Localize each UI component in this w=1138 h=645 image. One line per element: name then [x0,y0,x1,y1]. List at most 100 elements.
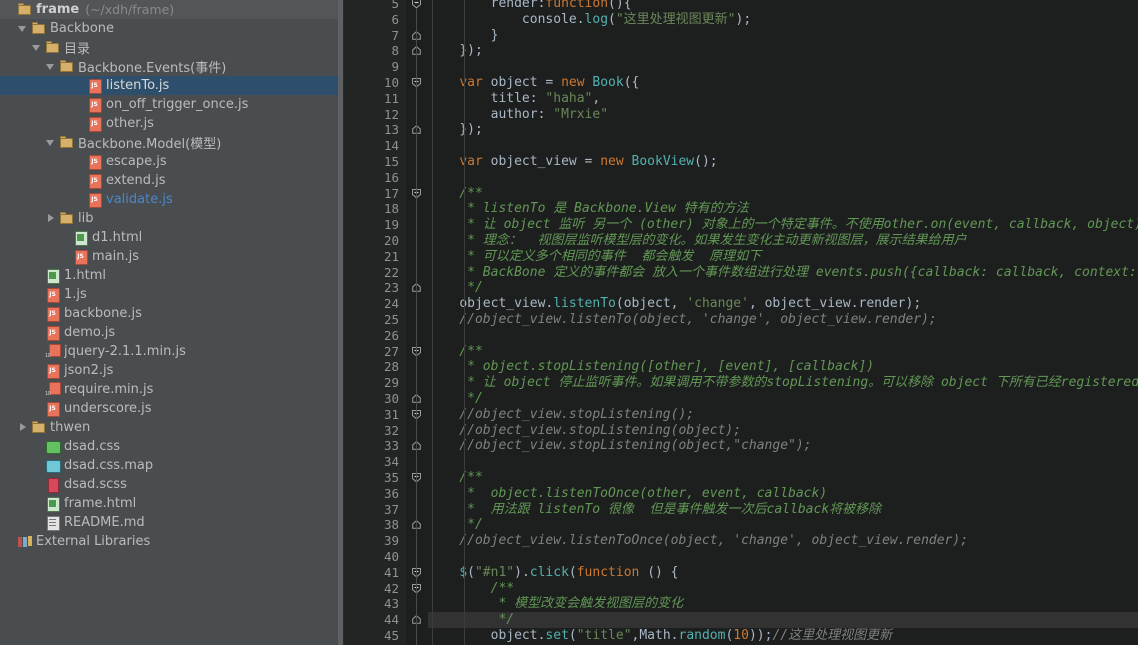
code-line[interactable]: /** [428,581,1138,597]
tree-item-frame[interactable]: frame(~/xdh/frame) [0,0,343,19]
code-editor[interactable]: 5678910111213141516171819202122232425262… [344,0,1138,645]
tree-item-dsad-css[interactable]: dsad.css [0,437,343,456]
line-number: 42 [344,581,406,597]
project-tree-panel[interactable]: frame(~/xdh/frame)Backbone目录Backbone.Eve… [0,0,344,645]
tree-item-external-libraries[interactable]: External Libraries [0,532,343,551]
tree-item-readme-md[interactable]: README.md [0,513,343,532]
code-line[interactable] [428,328,1138,344]
code-line[interactable]: var object = new Book({ [428,75,1138,91]
code-line[interactable]: * object.listenToOnce(other, event, call… [428,486,1138,502]
code-line[interactable]: //object_view.listenTo(object, 'change',… [428,312,1138,328]
tree-item-mulu[interactable]: 目录 [0,38,343,57]
code-line[interactable]: * 模型改变会触发视图层的变化 [428,596,1138,612]
code-line[interactable] [428,454,1138,470]
code-line[interactable]: /** [428,470,1138,486]
code-line[interactable] [428,59,1138,75]
code-line[interactable]: }); [428,122,1138,138]
scss-file-icon [45,477,60,492]
chevron-down-icon[interactable] [18,23,29,34]
code-line[interactable] [428,170,1138,186]
code-line[interactable]: /** [428,344,1138,360]
code-line[interactable]: * BackBone 定义的事件都会 放入一个事件数组进行处理 events.p… [428,265,1138,281]
tree-item-backbone-events[interactable]: Backbone.Events(事件) [0,57,343,76]
chevron-down-icon[interactable] [46,137,57,148]
tree-item-main-js[interactable]: main.js [0,247,343,266]
tree-item-backbone[interactable]: Backbone [0,19,343,38]
chevron-down-icon[interactable] [46,61,57,72]
tree-item-thwen[interactable]: thwen [0,418,343,437]
code-line[interactable]: * 可以定义多个相同的事件 都会触发 原理如下 [428,249,1138,265]
code-line[interactable]: */ [428,612,1138,628]
tree-spacer [74,156,85,167]
line-number: 24 [344,296,406,312]
code-line[interactable]: author: "Mrxie" [428,107,1138,123]
tree-item-require-min-js[interactable]: require.min.js [0,380,343,399]
tree-item-frame-html[interactable]: frame.html [0,494,343,513]
tree-item-underscore-js[interactable]: underscore.js [0,399,343,418]
chevron-down-icon[interactable] [32,42,43,53]
code-line[interactable]: object_view.listenTo(object, 'change', o… [428,296,1138,312]
tree-item-dsad-css-map[interactable]: dsad.css.map [0,456,343,475]
fold-row [406,138,428,154]
fold-row [406,470,428,486]
code-line[interactable] [428,549,1138,565]
tree-item-label: dsad.css [64,439,120,454]
code-line[interactable]: object.set("title",Math.random(10));//这里… [428,628,1138,644]
js-file-icon [45,325,60,340]
tree-item-label: underscore.js [64,401,152,416]
code-line[interactable]: }); [428,43,1138,59]
code-line[interactable]: * 理念： 视图层监听模型层的变化。如果发生变化主动更新视图层，展示结果给用户 [428,233,1138,249]
fold-row [406,596,428,612]
tree-item-escape-js[interactable]: escape.js [0,152,343,171]
tree-item-lib[interactable]: lib [0,209,343,228]
tree-item-other-js[interactable]: other.js [0,114,343,133]
code-line[interactable]: //object_view.stopListening(); [428,407,1138,423]
editor-gutter[interactable]: 5678910111213141516171819202122232425262… [344,0,406,645]
editor-code-area[interactable]: render:function(){ console.log("这里处理视图更新… [428,0,1138,645]
chevron-right-icon[interactable] [18,422,29,433]
code-line[interactable]: */ [428,391,1138,407]
tree-item-backbone-js[interactable]: backbone.js [0,304,343,323]
tree-item-extend-js[interactable]: extend.js [0,171,343,190]
fold-row [406,28,428,44]
tree-item-json2-js[interactable]: json2.js [0,361,343,380]
code-line[interactable]: * 让 object 监听 另一个 (other) 对象上的一个特定事件。不使用… [428,217,1138,233]
sidebar-scrollbar[interactable] [338,0,343,645]
chevron-right-icon[interactable] [46,213,57,224]
code-line[interactable]: * listenTo 是 Backbone.View 特有的方法 [428,201,1138,217]
tree-item-1-html[interactable]: 1.html [0,266,343,285]
editor-fold-strip[interactable] [406,0,428,645]
fold-guide-line [416,8,417,645]
tree-item-dsad-scss[interactable]: dsad.scss [0,475,343,494]
fold-row [406,43,428,59]
code-line[interactable]: //object_view.listenToOnce(object, 'chan… [428,533,1138,549]
code-line[interactable]: * object.stopListening([other], [event],… [428,359,1138,375]
code-line[interactable]: } [428,28,1138,44]
code-line[interactable]: console.log("这里处理视图更新"); [428,12,1138,28]
code-line[interactable]: */ [428,517,1138,533]
sidebar-scrollbar-thumb[interactable] [338,0,343,645]
code-line[interactable]: render:function(){ [428,0,1138,12]
tree-item-jquery-min-js[interactable]: jquery-2.1.1.min.js [0,342,343,361]
tree-item-d1-html[interactable]: d1.html [0,228,343,247]
line-number: 40 [344,549,406,565]
code-line[interactable]: //object_view.stopListening(object,"chan… [428,438,1138,454]
code-line[interactable]: //object_view.stopListening(object); [428,423,1138,439]
code-line[interactable]: $("#n1").click(function () { [428,565,1138,581]
tree-item-1-js[interactable]: 1.js [0,285,343,304]
code-line[interactable]: title: "haha", [428,91,1138,107]
tree-item-validate-js[interactable]: validate.js [0,190,343,209]
line-number: 23 [344,280,406,296]
tree-item-on-off-trigger-once-js[interactable]: on_off_trigger_once.js [0,95,343,114]
tree-item-label: 目录 [64,38,90,57]
code-line[interactable]: * 让 object 停止监听事件。如果调用不带参数的stopListening… [428,375,1138,391]
code-line[interactable]: */ [428,280,1138,296]
tree-item-listento-js[interactable]: listenTo.js [0,76,343,95]
css-file-icon [45,439,60,454]
code-line[interactable]: var object_view = new BookView(); [428,154,1138,170]
code-line[interactable]: /** [428,186,1138,202]
tree-item-backbone-model[interactable]: Backbone.Model(模型) [0,133,343,152]
tree-item-demo-js[interactable]: demo.js [0,323,343,342]
code-line[interactable] [428,138,1138,154]
code-line[interactable]: * 用法跟 listenTo 很像 但是事件触发一次后callback将被移除 [428,502,1138,518]
